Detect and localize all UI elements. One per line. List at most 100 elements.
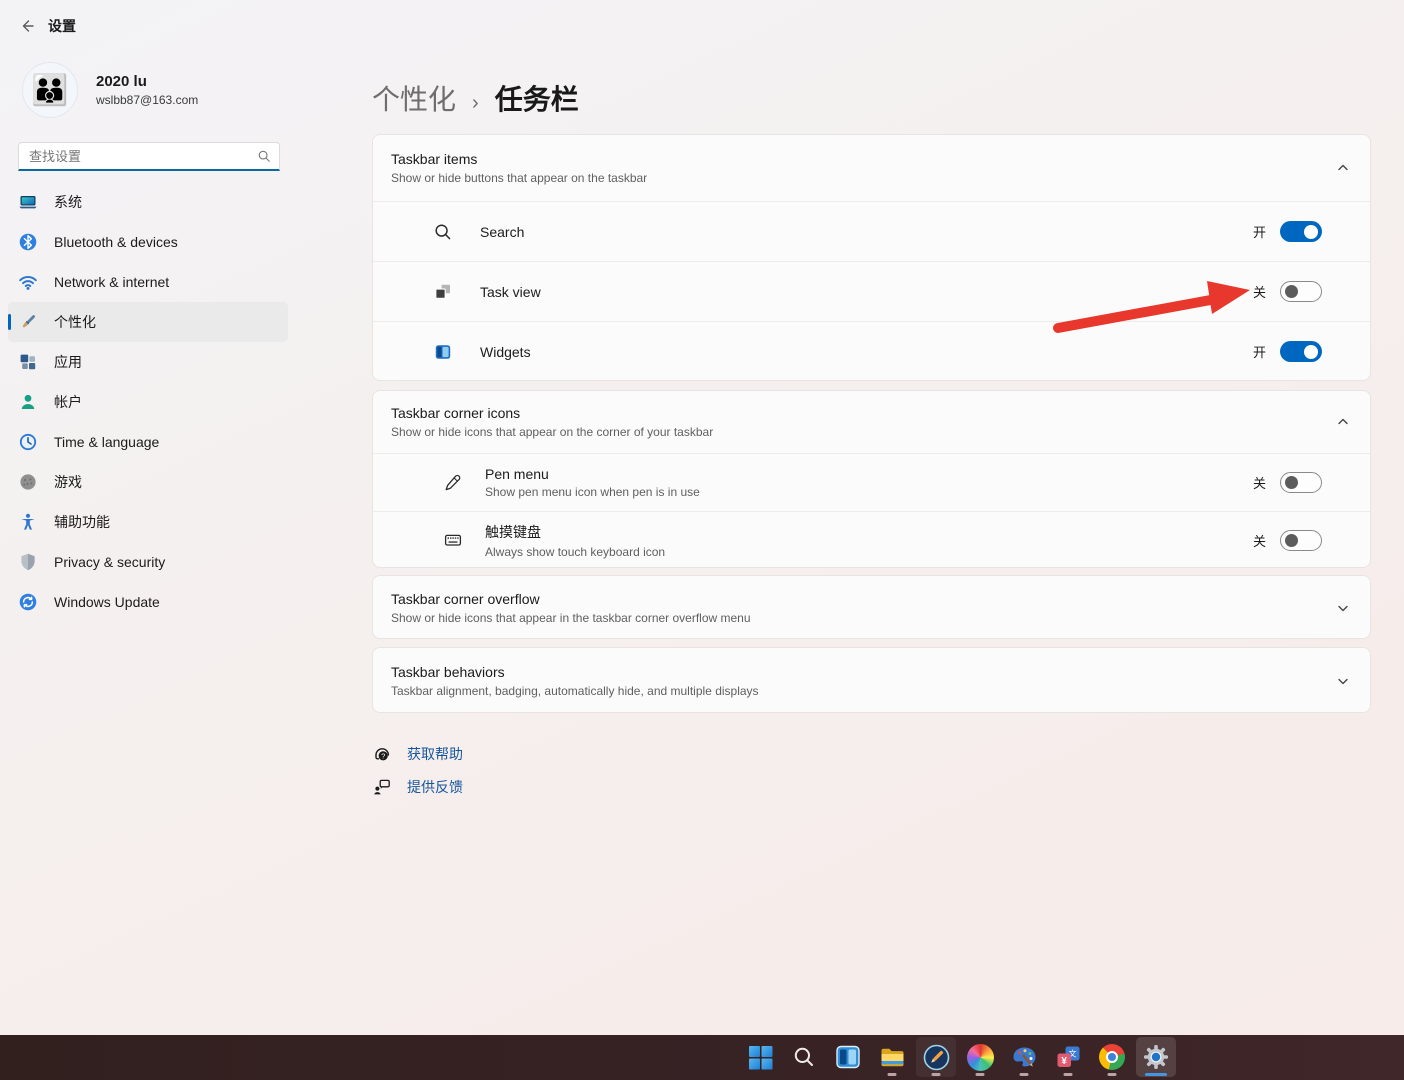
sidebar-item-label: 辅助功能 xyxy=(54,514,110,530)
breadcrumb-parent[interactable]: 个性化 xyxy=(372,78,456,118)
running-indicator xyxy=(1107,1073,1117,1076)
chevron-down-icon[interactable] xyxy=(1336,601,1350,615)
toggle-knob xyxy=(1285,533,1298,547)
system-icon xyxy=(19,196,37,209)
touch-keyboard-icon xyxy=(444,534,462,546)
setting-row-search: Search 开 xyxy=(373,201,1370,261)
get-help-label: 获取帮助 xyxy=(407,746,463,762)
paint-app-button[interactable] xyxy=(1004,1037,1044,1077)
windows-update-icon xyxy=(19,593,37,611)
section-subtitle: Show or hide buttons that appear on the … xyxy=(391,171,648,185)
sidebar-item-label: 系统 xyxy=(54,194,82,210)
setting-row-pen-menu: Pen menu Show pen menu icon when pen is … xyxy=(373,453,1370,511)
toggle-knob xyxy=(1285,285,1298,298)
task-view-toggle[interactable] xyxy=(1280,281,1322,302)
svg-text:¥: ¥ xyxy=(1061,1056,1067,1067)
file-explorer-button[interactable] xyxy=(872,1037,912,1077)
taskbar-widgets-button[interactable] xyxy=(828,1037,868,1077)
sidebar-item-label: 个性化 xyxy=(54,314,96,330)
sidebar-item-apps[interactable]: 应用 xyxy=(8,342,288,382)
settings-app-button[interactable] xyxy=(1136,1037,1176,1077)
sidebar-item-label: Windows Update xyxy=(54,594,160,610)
sidebar-nav: 系统 Bluetooth & devices Network & interne… xyxy=(0,182,296,622)
sidebar-item-accessibility[interactable]: 辅助功能 xyxy=(8,502,288,542)
chevron-up-icon[interactable] xyxy=(1336,415,1350,429)
svg-text:?: ? xyxy=(381,752,385,761)
section-title: Taskbar items xyxy=(391,151,478,167)
pen-app-button[interactable] xyxy=(916,1037,956,1077)
setting-label: 触摸键盘 xyxy=(485,523,541,540)
breadcrumb: 个性化 › 任务栏 xyxy=(372,78,579,118)
breadcrumb-separator: › xyxy=(472,92,479,114)
search-toggle[interactable] xyxy=(1280,221,1322,242)
sidebar-item-label: Time & language xyxy=(54,434,160,450)
sidebar-item-windows-update[interactable]: Windows Update xyxy=(8,582,288,622)
pinwheel-app-icon xyxy=(966,1043,994,1071)
toggle-knob xyxy=(1304,344,1318,359)
taskbar-items-header[interactable]: Taskbar items Show or hide buttons that … xyxy=(373,135,1370,201)
chevron-up-icon[interactable] xyxy=(1336,161,1350,175)
chrome-icon xyxy=(1099,1044,1125,1070)
search-icon xyxy=(435,223,451,239)
taskbar-items-card: Taskbar items Show or hide buttons that … xyxy=(372,134,1371,381)
toggle-state-label: 关 xyxy=(1252,476,1266,491)
sidebar-item-label: Privacy & security xyxy=(54,554,166,570)
os-taskbar: 文 ¥ xyxy=(0,1035,1404,1080)
windows-logo-icon xyxy=(748,1045,772,1069)
shield-icon xyxy=(21,553,35,571)
toggle-state-label: 关 xyxy=(1252,285,1266,300)
corner-icons-header[interactable]: Taskbar corner icons Show or hide icons … xyxy=(373,391,1370,453)
back-button[interactable] xyxy=(14,13,40,39)
apps-icon xyxy=(20,354,36,370)
sidebar-item-label: 帐户 xyxy=(54,394,82,410)
running-indicator xyxy=(1063,1073,1073,1076)
running-indicator xyxy=(1019,1073,1029,1076)
file-explorer-icon xyxy=(881,1048,903,1066)
pen-menu-toggle[interactable] xyxy=(1280,472,1322,493)
setting-sublabel: Show pen menu icon when pen is in use xyxy=(485,485,700,499)
taskbar-search-button[interactable] xyxy=(784,1037,824,1077)
section-subtitle: Show or hide icons that appear in the ta… xyxy=(391,611,751,625)
setting-sublabel: Always show touch keyboard icon xyxy=(485,544,666,559)
pen-app-icon xyxy=(923,1044,949,1070)
sidebar-item-label: 游戏 xyxy=(54,474,82,490)
sidebar-item-personalization[interactable]: 个性化 xyxy=(8,302,288,342)
sidebar-item-gaming[interactable]: 游戏 xyxy=(8,462,288,502)
toggle-state-label: 开 xyxy=(1252,345,1266,360)
give-feedback-link[interactable]: 提供反馈 xyxy=(372,777,463,797)
back-arrow-icon xyxy=(22,20,34,32)
pinwheel-app-button[interactable] xyxy=(960,1037,1000,1077)
toggle-state-label: 关 xyxy=(1252,533,1266,549)
sidebar-item-bluetooth-devices[interactable]: Bluetooth & devices xyxy=(8,222,288,262)
chrome-button[interactable] xyxy=(1092,1037,1132,1077)
taskbar-corner-overflow-card[interactable]: Taskbar corner overflow Show or hide ico… xyxy=(372,575,1371,639)
section-subtitle: Show or hide icons that appear on the co… xyxy=(391,425,714,439)
sidebar-item-accounts[interactable]: 帐户 xyxy=(8,382,288,422)
search-icon xyxy=(258,150,270,162)
running-indicator xyxy=(887,1073,897,1076)
setting-row-task-view: Task view 关 xyxy=(373,261,1370,321)
widgets-toggle[interactable] xyxy=(1280,341,1322,362)
selected-indicator xyxy=(8,314,11,330)
start-button[interactable] xyxy=(740,1037,780,1077)
sidebar-item-network-internet[interactable]: Network & internet xyxy=(8,262,288,302)
running-indicator xyxy=(931,1073,941,1076)
touch-keyboard-toggle[interactable] xyxy=(1280,529,1322,551)
sidebar-item-privacy-security[interactable]: Privacy & security xyxy=(8,542,288,582)
setting-row-touch-keyboard: 触摸键盘 Always show touch keyboard icon 关 xyxy=(373,511,1370,567)
user-name: 2020 lu xyxy=(96,73,147,90)
settings-search-box[interactable] xyxy=(18,142,280,171)
get-help-link[interactable]: ? 获取帮助 xyxy=(372,744,463,764)
sidebar-item-label: 应用 xyxy=(54,354,82,370)
sidebar-item-time-language[interactable]: Time & language xyxy=(8,422,288,462)
sidebar-item-system[interactable]: 系统 xyxy=(8,182,288,222)
active-indicator xyxy=(1145,1073,1167,1076)
chevron-down-icon[interactable] xyxy=(1336,674,1350,688)
search-input[interactable] xyxy=(29,148,257,164)
toggle-state-label: 开 xyxy=(1252,225,1266,240)
taskbar-behaviors-card[interactable]: Taskbar behaviors Taskbar alignment, bad… xyxy=(372,647,1371,713)
running-indicator xyxy=(975,1073,985,1076)
gaming-icon xyxy=(20,474,36,490)
translator-app-button[interactable]: 文 ¥ xyxy=(1048,1037,1088,1077)
setting-label: Widgets xyxy=(480,343,531,360)
